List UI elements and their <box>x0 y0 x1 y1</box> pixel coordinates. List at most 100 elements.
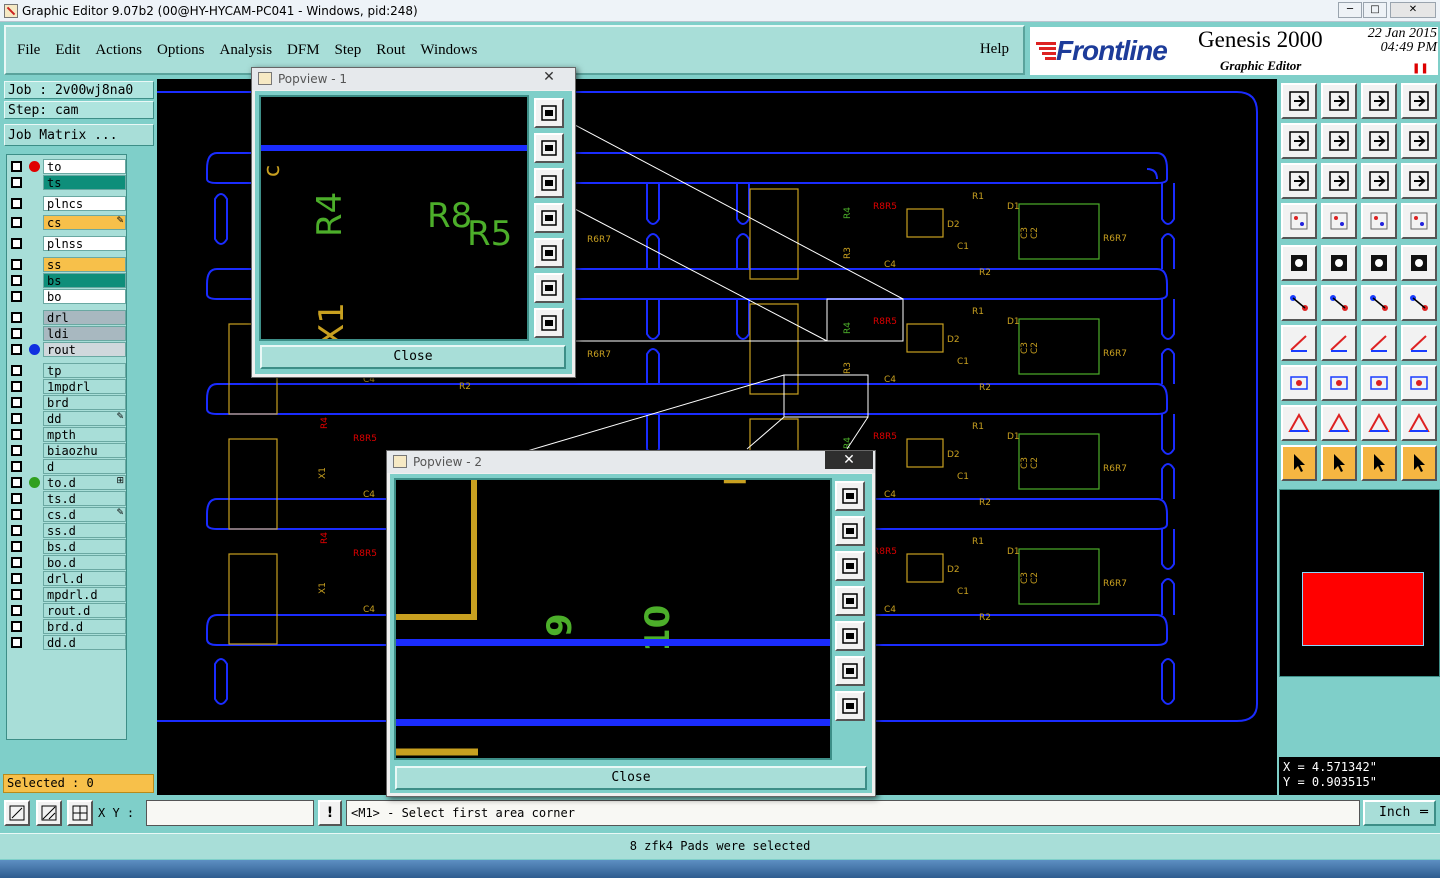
line-point-button[interactable] <box>1361 285 1397 321</box>
layer-row-drl-d[interactable]: drl.d <box>10 571 126 586</box>
pointer-route-button[interactable] <box>1401 445 1437 481</box>
popview-1-tool-button-5[interactable] <box>534 238 564 268</box>
layer-name[interactable]: bo <box>43 289 126 304</box>
layer-checkbox[interactable] <box>11 198 22 209</box>
measure-button[interactable] <box>1361 365 1397 401</box>
popview-2-tool-button-2[interactable] <box>835 516 865 546</box>
menu-rout[interactable]: Rout <box>376 42 405 59</box>
layer-name[interactable]: rout.d <box>43 603 126 618</box>
menu-dfm[interactable]: DFM <box>287 42 320 59</box>
align-button[interactable] <box>1401 325 1437 361</box>
layer-row-1mpdrl[interactable]: 1mpdrl <box>10 379 126 394</box>
layer-row-rout-d[interactable]: rout.d <box>10 603 126 618</box>
prev-button[interactable] <box>1281 123 1317 159</box>
popview-2-tool-button-3[interactable] <box>835 551 865 581</box>
minimize-button[interactable]: ─ <box>1338 2 1362 18</box>
maximize-button[interactable]: □ <box>1363 2 1387 18</box>
layer-row-ts[interactable]: ts <box>10 175 126 190</box>
popview-1-tool-button-4[interactable] <box>534 203 564 233</box>
snap-button[interactable] <box>36 800 62 826</box>
layer-checkbox[interactable] <box>11 573 22 584</box>
layer-name[interactable]: brd <box>43 395 126 410</box>
pointer-circle-button[interactable] <box>1361 445 1397 481</box>
layer-row-biaozhu[interactable]: biaozhu <box>10 443 126 458</box>
layer-row-drl[interactable]: drl <box>10 310 126 325</box>
layer-name[interactable]: drl <box>43 310 126 325</box>
menu-step[interactable]: Step <box>335 42 362 59</box>
popview-1-tool-button-6[interactable] <box>534 273 564 303</box>
layer-checkbox[interactable] <box>11 429 22 440</box>
layer-name[interactable]: ss <box>43 257 126 272</box>
layer-row-rout[interactable]: rout <box>10 342 126 357</box>
layer-name[interactable]: d <box>43 459 126 474</box>
layer-name[interactable]: bo.d <box>43 555 126 570</box>
menu-edit[interactable]: Edit <box>55 42 80 59</box>
layer-row-brd[interactable]: brd <box>10 395 126 410</box>
line-point-alt-button[interactable] <box>1401 285 1437 321</box>
layer-checkbox[interactable] <box>11 557 22 568</box>
layer-checkbox[interactable] <box>11 291 22 302</box>
angle-button[interactable] <box>1281 325 1317 361</box>
layer-row-bs[interactable]: bs <box>10 273 126 288</box>
job-matrix-button[interactable]: Job Matrix ... <box>4 124 154 146</box>
layer-name[interactable]: dd.d <box>43 635 126 650</box>
layer-checkbox[interactable] <box>11 177 22 188</box>
menu-options[interactable]: Options <box>157 42 205 59</box>
layer-checkbox[interactable] <box>11 541 22 552</box>
layer-name[interactable]: to.d <box>43 475 126 490</box>
pointer-button[interactable] <box>1281 445 1317 481</box>
layer-name[interactable]: brd.d <box>43 619 126 634</box>
menu-analysis[interactable]: Analysis <box>220 42 273 59</box>
layer-name[interactable]: ts <box>43 175 126 190</box>
layer-name[interactable]: plncs <box>43 196 126 211</box>
layer-name[interactable]: bs.d <box>43 539 126 554</box>
layer-checkbox[interactable] <box>11 365 22 376</box>
pointer-box-button[interactable] <box>1321 445 1357 481</box>
menu-actions[interactable]: Actions <box>95 42 142 59</box>
layer-name[interactable]: mpdrl.d <box>43 587 126 602</box>
popview-1-tool-button-2[interactable] <box>534 133 564 163</box>
menu-file[interactable]: File <box>17 42 40 59</box>
layer-checkbox[interactable] <box>11 621 22 632</box>
popview-1-tool-button-7[interactable] <box>534 308 564 338</box>
layer-checkbox[interactable] <box>11 461 22 472</box>
layer-row-dd[interactable]: dd ✎ <box>10 411 126 426</box>
layer-name[interactable]: bs <box>43 273 126 288</box>
layer-row-plnss[interactable]: plnss <box>10 236 126 251</box>
layer-checkbox[interactable] <box>11 217 22 228</box>
layer-name[interactable]: ss.d <box>43 523 126 538</box>
zoom-fit-button[interactable] <box>1281 163 1317 199</box>
help-button[interactable] <box>1401 163 1437 199</box>
layer-checkbox[interactable] <box>11 413 22 424</box>
layer-name[interactable]: to <box>43 159 126 174</box>
layer-row-ldi[interactable]: ldi <box>10 326 126 341</box>
tools-button[interactable] <box>1281 203 1317 239</box>
layer-checkbox[interactable] <box>11 637 22 648</box>
redraw-button[interactable] <box>1401 123 1437 159</box>
layer-row-brd-d[interactable]: brd.d <box>10 619 126 634</box>
popview-2-tool-button-5[interactable] <box>835 621 865 651</box>
ruler-button[interactable] <box>1361 245 1397 281</box>
layer-row-bs-d[interactable]: bs.d <box>10 539 126 554</box>
popview-1-close-button[interactable]: Close <box>260 345 566 369</box>
zoom-fit-button[interactable] <box>4 800 30 826</box>
layer-row-bo-d[interactable]: bo.d <box>10 555 126 570</box>
layer-checkbox[interactable] <box>11 605 22 616</box>
layer-name[interactable]: 1mpdrl <box>43 379 126 394</box>
layer-name[interactable]: cs.d <box>43 507 126 522</box>
scale-button[interactable] <box>1361 163 1397 199</box>
layer-checkbox[interactable] <box>11 589 22 600</box>
triangle-button[interactable] <box>1281 405 1317 441</box>
layer-name[interactable]: ldi <box>43 326 126 341</box>
grid-button[interactable] <box>1321 203 1357 239</box>
triangle-blue-button[interactable] <box>1401 405 1437 441</box>
layer-checkbox[interactable] <box>11 259 22 270</box>
popview-2-tool-button-6[interactable] <box>835 656 865 686</box>
layer-checkbox[interactable] <box>11 381 22 392</box>
arc-button[interactable] <box>1361 325 1397 361</box>
layer-checkbox[interactable] <box>11 445 22 456</box>
popview-2-close-button[interactable]: Close <box>395 766 867 790</box>
layer-name[interactable]: ts.d <box>43 491 126 506</box>
layer-row-bo[interactable]: bo <box>10 289 126 304</box>
layer-checkbox[interactable] <box>11 312 22 323</box>
